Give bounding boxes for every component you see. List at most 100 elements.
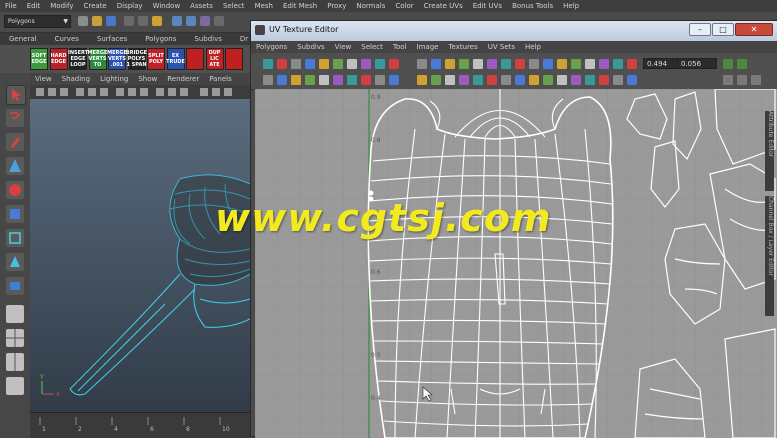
uv-tool-icon[interactable] bbox=[613, 59, 623, 69]
maximize-button[interactable]: □ bbox=[712, 23, 734, 36]
uv-tool-icon[interactable] bbox=[627, 59, 637, 69]
perspective-viewport[interactable]: Y X bbox=[30, 99, 250, 437]
uv-menu-polygons[interactable]: Polygons bbox=[251, 41, 292, 53]
uv-tool-icon[interactable] bbox=[515, 59, 525, 69]
menu-modify[interactable]: Modify bbox=[45, 2, 78, 10]
menu-mesh[interactable]: Mesh bbox=[250, 2, 278, 10]
uv-tool-icon[interactable] bbox=[291, 75, 301, 85]
shelf-button-split-poly[interactable]: SPLIT POLY bbox=[147, 48, 165, 70]
uv-tool-icon[interactable] bbox=[737, 75, 747, 85]
uv-tool-icon[interactable] bbox=[459, 75, 469, 85]
uv-tool-icon[interactable] bbox=[557, 75, 567, 85]
menu-select[interactable]: Select bbox=[218, 2, 250, 10]
shelf-button-dup-lic-ate[interactable]: DUP LIC ATE bbox=[205, 48, 224, 70]
shelf-tab-surfaces[interactable]: Surfaces bbox=[88, 33, 136, 45]
uv-tool-icon[interactable] bbox=[431, 59, 441, 69]
uv-tool-icon[interactable] bbox=[431, 75, 441, 85]
single-pane-layout-icon[interactable] bbox=[6, 305, 24, 323]
menu-create[interactable]: Create bbox=[78, 2, 111, 10]
uv-tool-icon[interactable] bbox=[347, 59, 357, 69]
shelf-tab-polygons[interactable]: Polygons bbox=[136, 33, 185, 45]
uv-tool-icon[interactable] bbox=[585, 75, 595, 85]
menu-edit-uvs[interactable]: Edit UVs bbox=[468, 2, 507, 10]
viewport-menu-shading[interactable]: Shading bbox=[57, 73, 95, 85]
soft-mod-icon[interactable] bbox=[6, 253, 24, 271]
viewport-menu-view[interactable]: View bbox=[30, 73, 57, 85]
snap-grid-icon[interactable] bbox=[172, 16, 182, 26]
shelf-button-merge-verts-001[interactable]: MERGE VERTS .001 bbox=[107, 48, 127, 70]
shelf-button-merge-verts-to[interactable]: MERGE VERTS TO bbox=[88, 48, 107, 70]
shelf-button-ex-trude[interactable]: EX TRUDE bbox=[166, 48, 185, 70]
uv-tool-icon[interactable] bbox=[599, 75, 609, 85]
uv-menu-tool[interactable]: Tool bbox=[388, 41, 412, 53]
outliner-layout-icon[interactable] bbox=[6, 377, 24, 395]
uv-canvas[interactable]: 0.9 0.8 0.6 0.5 0.4 bbox=[255, 89, 777, 438]
menu-file[interactable]: File bbox=[0, 2, 22, 10]
menu-edit[interactable]: Edit bbox=[22, 2, 46, 10]
snap-surface-icon[interactable] bbox=[214, 16, 224, 26]
uv-tool-icon[interactable] bbox=[263, 59, 273, 69]
shelf-button-insert-edge-loop[interactable]: INSERT EDGE LOOP bbox=[68, 48, 88, 70]
menu-set-select[interactable]: Polygons ▼ bbox=[4, 15, 71, 28]
viewport-menu-show[interactable]: Show bbox=[133, 73, 162, 85]
uv-tool-icon[interactable] bbox=[473, 59, 483, 69]
snap-curve-icon[interactable] bbox=[186, 16, 196, 26]
uv-tool-icon[interactable] bbox=[333, 59, 343, 69]
uv-tool-icon[interactable] bbox=[613, 75, 623, 85]
menu-assets[interactable]: Assets bbox=[185, 2, 218, 10]
paint-select-icon[interactable] bbox=[6, 133, 24, 151]
uv-tool-icon[interactable] bbox=[529, 59, 539, 69]
v-value-field[interactable]: 0.056 bbox=[677, 58, 717, 69]
menu-window[interactable]: Window bbox=[148, 2, 186, 10]
viewport-menu-lighting[interactable]: Lighting bbox=[95, 73, 133, 85]
uv-tool-icon[interactable] bbox=[277, 59, 287, 69]
viewport-menu-panels[interactable]: Panels bbox=[204, 73, 237, 85]
menu-normals[interactable]: Normals bbox=[351, 2, 390, 10]
uv-tool-icon[interactable] bbox=[305, 59, 315, 69]
uv-tool-icon[interactable] bbox=[333, 75, 343, 85]
shelf-button-bridge-polys-1-span[interactable]: BRIDGE POLYS 1 SPAN bbox=[126, 48, 147, 70]
show-manipulator-icon[interactable] bbox=[6, 277, 24, 295]
uv-tool-icon[interactable] bbox=[389, 59, 399, 69]
select-object-icon[interactable] bbox=[138, 16, 148, 26]
uv-tool-icon[interactable] bbox=[515, 75, 525, 85]
menu-display[interactable]: Display bbox=[112, 2, 148, 10]
shelf-button-soft-edge[interactable]: SOFT EDGE bbox=[30, 48, 48, 70]
uv-tool-icon[interactable] bbox=[501, 75, 511, 85]
uv-tool-icon[interactable] bbox=[543, 59, 553, 69]
select-component-icon[interactable] bbox=[152, 16, 162, 26]
uv-tool-icon[interactable] bbox=[445, 59, 455, 69]
snap-point-icon[interactable] bbox=[200, 16, 210, 26]
uv-tool-icon[interactable] bbox=[571, 59, 581, 69]
uv-tool-icon[interactable] bbox=[571, 75, 581, 85]
uv-tool-icon[interactable] bbox=[277, 75, 287, 85]
shelf-button-icon-10[interactable] bbox=[225, 48, 243, 70]
shelf-tab-subdivs[interactable]: Subdivs bbox=[185, 33, 231, 45]
uv-menu-textures[interactable]: Textures bbox=[443, 41, 482, 53]
uv-tool-icon[interactable] bbox=[305, 75, 315, 85]
menu-edit-mesh[interactable]: Edit Mesh bbox=[278, 2, 322, 10]
scale-tool-icon[interactable] bbox=[6, 205, 24, 223]
menu-help[interactable]: Help bbox=[558, 2, 584, 10]
channel-box-tab[interactable]: Channel Box / Layer Editor bbox=[765, 196, 774, 316]
lasso-tool-icon[interactable] bbox=[6, 109, 24, 127]
uv-tool-icon[interactable] bbox=[487, 59, 497, 69]
uv-menu-image[interactable]: Image bbox=[412, 41, 444, 53]
uv-tool-icon[interactable] bbox=[557, 59, 567, 69]
shelf-tab-curves[interactable]: Curves bbox=[46, 33, 88, 45]
manipulator-tool-icon[interactable] bbox=[6, 229, 24, 247]
two-pane-layout-icon[interactable] bbox=[6, 353, 24, 371]
uv-editor-titlebar[interactable]: UV Texture Editor – □ ✕ bbox=[251, 21, 777, 41]
shelf-button-hard-edge[interactable]: HARD EDGE bbox=[49, 48, 68, 70]
minimize-button[interactable]: – bbox=[689, 23, 711, 36]
uv-tool-icon[interactable] bbox=[445, 75, 455, 85]
uv-tool-icon[interactable] bbox=[501, 59, 511, 69]
uv-tool-icon[interactable] bbox=[627, 75, 637, 85]
menu-bonus-tools[interactable]: Bonus Tools bbox=[507, 2, 558, 10]
uv-menu-subdivs[interactable]: Subdivs bbox=[292, 41, 330, 53]
uv-tool-icon[interactable] bbox=[319, 75, 329, 85]
uv-tool-icon[interactable] bbox=[291, 59, 301, 69]
close-button[interactable]: ✕ bbox=[735, 23, 773, 36]
shelf-tab-general[interactable]: General bbox=[0, 33, 46, 45]
uv-tool-icon[interactable] bbox=[319, 59, 329, 69]
